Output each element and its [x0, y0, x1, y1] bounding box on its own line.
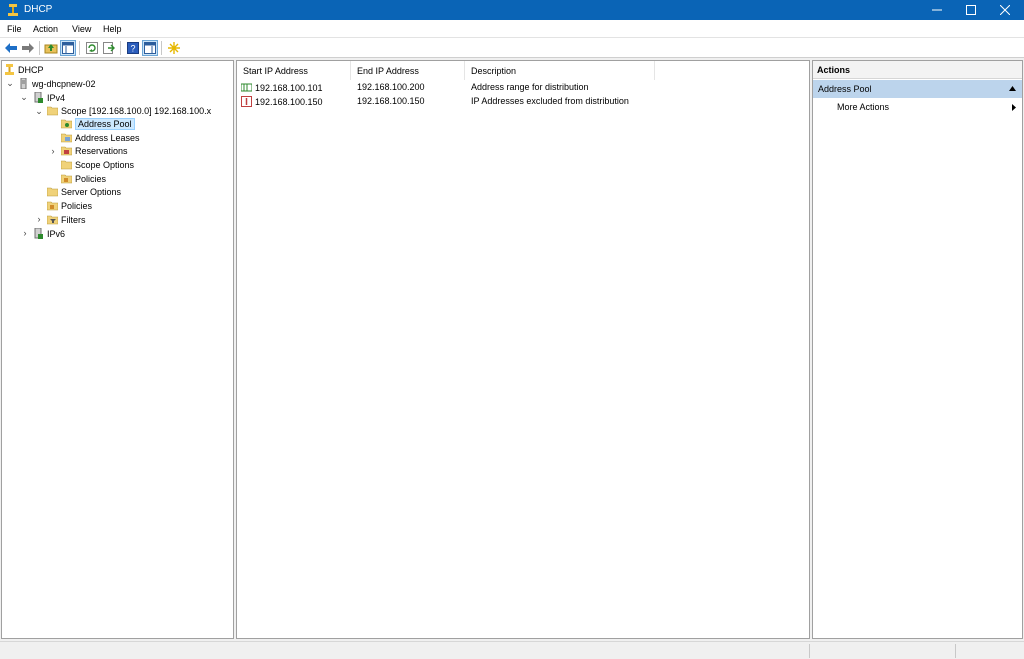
minimize-icon [932, 9, 942, 11]
end-ip: 192.168.100.150 [357, 96, 425, 106]
start-ip: 192.168.100.101 [255, 82, 323, 93]
tree-item-policies[interactable]: Policies [47, 199, 92, 212]
toolbar-separator [39, 41, 40, 55]
address-leases-icon [61, 133, 72, 143]
chevron-down-icon[interactable]: ⌄ [19, 92, 29, 102]
tree-item-ipv6[interactable]: IPv6 [33, 227, 65, 240]
table-row[interactable]: 192.168.100.150 192.168.100.150 IP Addre… [237, 95, 809, 109]
toolbar: ? [0, 38, 1024, 58]
actions-pane: Actions Address Pool More Actions [812, 60, 1023, 639]
menu-action[interactable]: Action [33, 24, 58, 34]
status-bar [0, 641, 1024, 659]
toolbar-separator [161, 41, 162, 55]
server-icon [20, 78, 27, 89]
maximize-icon [966, 5, 976, 15]
tree-item-reservations[interactable]: Reservations [61, 144, 128, 157]
dhcp-icon [5, 64, 14, 75]
tree-item-ipv4[interactable]: IPv4 [33, 91, 65, 104]
table-row[interactable]: 192.168.100.101 192.168.100.200 Address … [237, 81, 809, 95]
forward-button[interactable] [20, 40, 36, 56]
actions-header: Actions [813, 61, 1022, 79]
status-separator [955, 644, 956, 658]
filters-icon [47, 215, 58, 225]
show-hide-console-tree-button[interactable] [60, 40, 76, 56]
scope-options-icon [61, 160, 72, 170]
tree-item-scope-policies[interactable]: Policies [61, 172, 106, 185]
forward-arrow-icon [22, 43, 34, 53]
folder-icon [47, 106, 58, 116]
close-button[interactable] [988, 0, 1022, 20]
dhcp-app-icon [8, 4, 18, 16]
policies-icon [47, 201, 58, 211]
new-button[interactable] [166, 40, 182, 56]
tree-item-scope[interactable]: Scope [192.168.100.0] 192.168.100.x [47, 104, 211, 117]
column-header-end-ip[interactable]: End IP Address [351, 61, 465, 80]
maximize-button[interactable] [954, 0, 988, 20]
console-tree-icon [62, 42, 74, 54]
tree-item-filters[interactable]: Filters [47, 213, 86, 226]
collapse-up-icon [1009, 86, 1016, 91]
toolbar-separator [79, 41, 80, 55]
chevron-down-icon[interactable]: ⌄ [34, 106, 44, 116]
help-icon: ? [127, 42, 139, 54]
minimize-button[interactable] [920, 0, 954, 20]
folder-up-icon [44, 44, 58, 54]
range-icon [241, 83, 252, 92]
chevron-right-icon[interactable]: › [48, 146, 58, 156]
menu-file[interactable]: File [7, 24, 22, 34]
ipv4-icon [34, 92, 43, 103]
console-tree: DHCP ⌄ wg-dhcpnew-02 ⌄ IPv4 ⌄ Scope [192… [1, 60, 234, 639]
svg-text:?: ? [130, 44, 135, 54]
reservations-icon [61, 146, 72, 156]
policies-icon [61, 174, 72, 184]
tree-item-address-leases[interactable]: Address Leases [61, 131, 140, 144]
toolbar-separator [120, 41, 121, 55]
show-hide-action-pane-button[interactable] [142, 40, 158, 56]
title-bar: DHCP [0, 0, 1024, 20]
back-arrow-icon [5, 43, 17, 53]
tree-item-server-options[interactable]: Server Options [47, 185, 121, 198]
submenu-arrow-icon [1012, 104, 1016, 111]
action-pane-icon [144, 42, 156, 54]
menu-help[interactable]: Help [103, 24, 122, 34]
more-actions-item[interactable]: More Actions [837, 102, 889, 112]
start-ip: 192.168.100.150 [255, 96, 323, 107]
up-one-level-button[interactable] [43, 40, 59, 56]
window-title: DHCP [24, 4, 53, 15]
exclusion-icon [241, 96, 252, 107]
tree-item-server[interactable]: wg-dhcpnew-02 [18, 77, 96, 90]
server-options-icon [47, 187, 58, 197]
tree-item-scope-options[interactable]: Scope Options [61, 158, 134, 171]
tree-item-address-pool[interactable]: Address Pool [61, 117, 135, 130]
description: IP Addresses excluded from distribution [471, 96, 629, 106]
chevron-right-icon[interactable]: › [34, 214, 44, 224]
menu-view[interactable]: View [72, 24, 91, 34]
end-ip: 192.168.100.200 [357, 82, 425, 92]
actions-section-address-pool[interactable]: Address Pool [813, 80, 1022, 98]
column-header-start-ip[interactable]: Start IP Address [237, 61, 351, 80]
description: Address range for distribution [471, 82, 589, 92]
back-button[interactable] [3, 40, 19, 56]
chevron-right-icon[interactable]: › [20, 228, 30, 238]
help-button[interactable]: ? [125, 40, 141, 56]
status-separator [809, 644, 810, 658]
refresh-icon [86, 42, 98, 54]
refresh-button[interactable] [84, 40, 100, 56]
chevron-down-icon[interactable]: ⌄ [5, 78, 15, 88]
address-pool-icon [61, 119, 72, 129]
menu-bar: File Action View Help [0, 20, 1024, 38]
tree-item-dhcp[interactable]: DHCP [4, 63, 44, 76]
sparkle-icon [168, 42, 180, 54]
ipv6-icon [34, 228, 43, 239]
export-list-button[interactable] [101, 40, 117, 56]
close-icon [1000, 5, 1010, 15]
column-header-description[interactable]: Description [465, 61, 655, 80]
export-icon [103, 42, 115, 54]
result-list: Start IP Address End IP Address Descript… [236, 60, 810, 639]
